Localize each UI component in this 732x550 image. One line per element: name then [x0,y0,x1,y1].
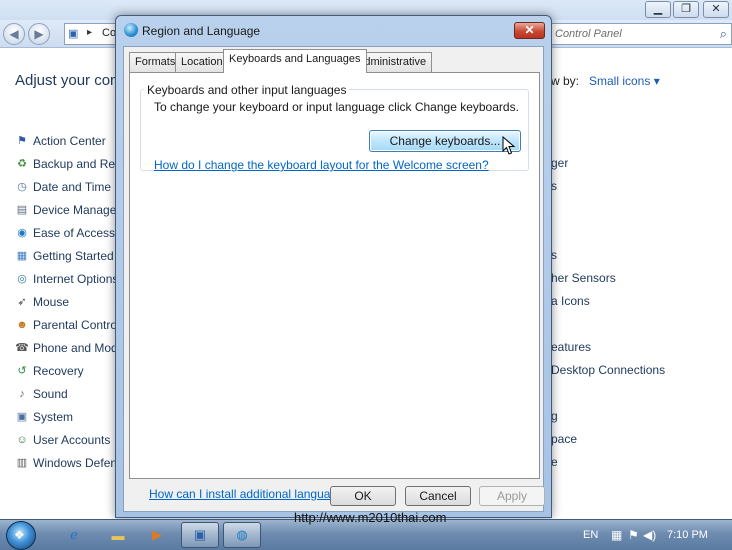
tab-formats[interactable]: Formats [129,52,182,72]
address-text: Co [102,27,117,39]
keyboards-groupbox: To change your keyboard or input languag… [140,89,529,172]
control-panel-item-label: Getting Started [33,249,114,263]
windows-defender-icon: ▥ [16,456,28,469]
ease-of-access-icon: ◉ [17,226,27,239]
getting-started-icon: ▦ [16,249,28,262]
language-indicator[interactable]: EN [583,529,598,541]
watermark-text: http://www.m2010thai.com [294,510,447,525]
control-panel-item-label: User Accounts [33,433,111,447]
media-player-icon[interactable]: ▶ [138,522,176,548]
folder-icon[interactable]: ▬ [99,522,137,548]
control-panel-item-right[interactable]: g [551,409,558,429]
backup-icon: ♻ [17,157,27,170]
clock[interactable]: 7:10 PM [667,529,708,541]
maximize-button[interactable]: ❐ [673,1,699,18]
control-panel-item[interactable]: ☎ Phone and Mode [15,338,124,358]
control-panel-item[interactable]: ☺ User Accounts [15,430,110,450]
control-panel-item[interactable]: ◷ Date and Time [15,177,111,197]
control-panel-item[interactable]: ◎ Internet Options [15,269,118,289]
control-panel-item-right[interactable]: eatures [551,340,591,360]
ok-button[interactable]: OK [330,486,396,506]
forward-button[interactable]: ▶ [28,23,50,45]
control-panel-item[interactable]: ↺ Recovery [15,361,84,381]
change-keyboards-button[interactable]: Change keyboards... [369,130,521,152]
install-languages-link[interactable]: How can I install additional languages? [149,487,356,501]
control-panel-item-label: System [33,410,74,424]
globe-icon [124,23,138,37]
control-panel-item-label: Ease of Access C [33,226,128,240]
control-panel-item[interactable]: ➶ Mouse [15,292,69,312]
clock-icon: ◷ [17,180,27,193]
control-panel-item-label: Backup and Rest [33,157,125,171]
control-panel-item[interactable]: ▥ Windows Defenc [15,453,123,473]
control-panel-item-right[interactable]: ger [551,156,568,176]
search-icon[interactable]: ⌕ [720,26,727,42]
cancel-button[interactable]: Cancel [405,486,471,506]
internet-options-icon: ◎ [17,272,27,285]
control-panel-item-label: Internet Options [33,272,119,286]
control-panel-item[interactable]: ♻ Backup and Rest [15,154,124,174]
view-by-dropdown[interactable]: Small icons ▾ [589,74,660,88]
flag-icon: ⚑ [17,134,27,147]
recovery-icon: ↺ [17,364,27,377]
search-input[interactable]: Control Panel ⌕ [551,23,732,45]
control-panel-item[interactable]: ▤ Device Manager [15,200,121,220]
control-panel-item-label: Action Center [33,134,106,148]
group-description: To change your keyboard or input languag… [154,100,519,114]
mouse-icon: ➶ [17,295,27,308]
control-panel-icon[interactable]: ▣ [181,522,219,548]
control-panel-item-label: Mouse [33,295,70,309]
tray-network-icon[interactable]: ▦ [611,528,622,542]
dialog-close-button[interactable]: ✕ [514,22,545,39]
control-panel-item-right[interactable]: Desktop Connections [551,363,665,383]
welcome-screen-keyboard-link[interactable]: How do I change the keyboard layout for … [154,158,489,172]
control-panel-item-label: Device Manager [33,203,121,217]
system-icon: ▣ [16,410,28,423]
control-panel-item[interactable]: ▦ Getting Started [15,246,114,266]
control-panel-item-label: Phone and Mode [33,341,125,355]
control-panel-item-label: Date and Time [33,180,112,194]
tray-flag-icon[interactable]: ⚑ [628,528,639,542]
parental-controls-icon: ☻ [16,318,28,331]
control-panel-small-icon: ▣ [68,28,79,40]
minimize-button[interactable]: ▁ [645,1,671,18]
group-legend: Keyboards and other input languages [144,83,350,97]
apply-button[interactable]: Apply [479,486,545,506]
region-language-dialog: Region and Language ✕ Formats Location K… [115,15,552,518]
back-button[interactable]: ◀ [3,23,25,45]
mouse-pointer-icon [502,136,516,155]
windows-logo-icon: ❖ [14,528,25,542]
dialog-body: Formats Location Keyboards and Languages… [123,46,545,512]
close-window-button[interactable]: ✕ [703,1,729,18]
control-panel-item-label: Sound [33,387,68,401]
control-panel-item[interactable]: ▣ System [15,407,73,427]
search-placeholder: Control Panel [555,28,622,40]
page-title: Adjust your con [15,72,119,89]
tab-location[interactable]: Location [175,52,229,72]
keyboards-tab-panel: To change your keyboard or input languag… [129,72,540,501]
control-panel-item[interactable]: ◉ Ease of Access C [15,223,127,243]
control-panel-item-label: Recovery [33,364,84,378]
control-panel-item[interactable]: ♪ Sound [15,384,68,404]
region-globe-icon[interactable]: ◍ [223,522,261,548]
control-panel-item-right[interactable]: her Sensors [551,271,616,291]
device-manager-icon: ▤ [16,203,28,216]
control-panel-item-label: Parental Controls [33,318,126,332]
sound-icon: ♪ [19,387,25,400]
internet-explorer-icon[interactable]: ℯ [55,522,93,548]
control-panel-item-right[interactable]: a Icons [551,294,590,314]
phone-modem-icon: ☎ [15,341,29,354]
volume-icon[interactable]: ◀) [643,528,656,542]
user-accounts-icon: ☺ [16,433,28,446]
control-panel-item[interactable]: ⚑ Action Center [15,131,106,151]
control-panel-item-right[interactable]: e [551,455,558,475]
view-by-label: w by: [551,74,580,88]
breadcrumb-chevron-icon: ▸ [87,27,93,38]
control-panel-item-right[interactable]: pace [551,432,577,452]
tab-keyboards-and-languages[interactable]: Keyboards and Languages [223,49,367,73]
control-panel-item-label: Windows Defenc [33,456,124,470]
dialog-title: Region and Language [142,24,261,38]
control-panel-item[interactable]: ☻ Parental Controls [15,315,126,335]
